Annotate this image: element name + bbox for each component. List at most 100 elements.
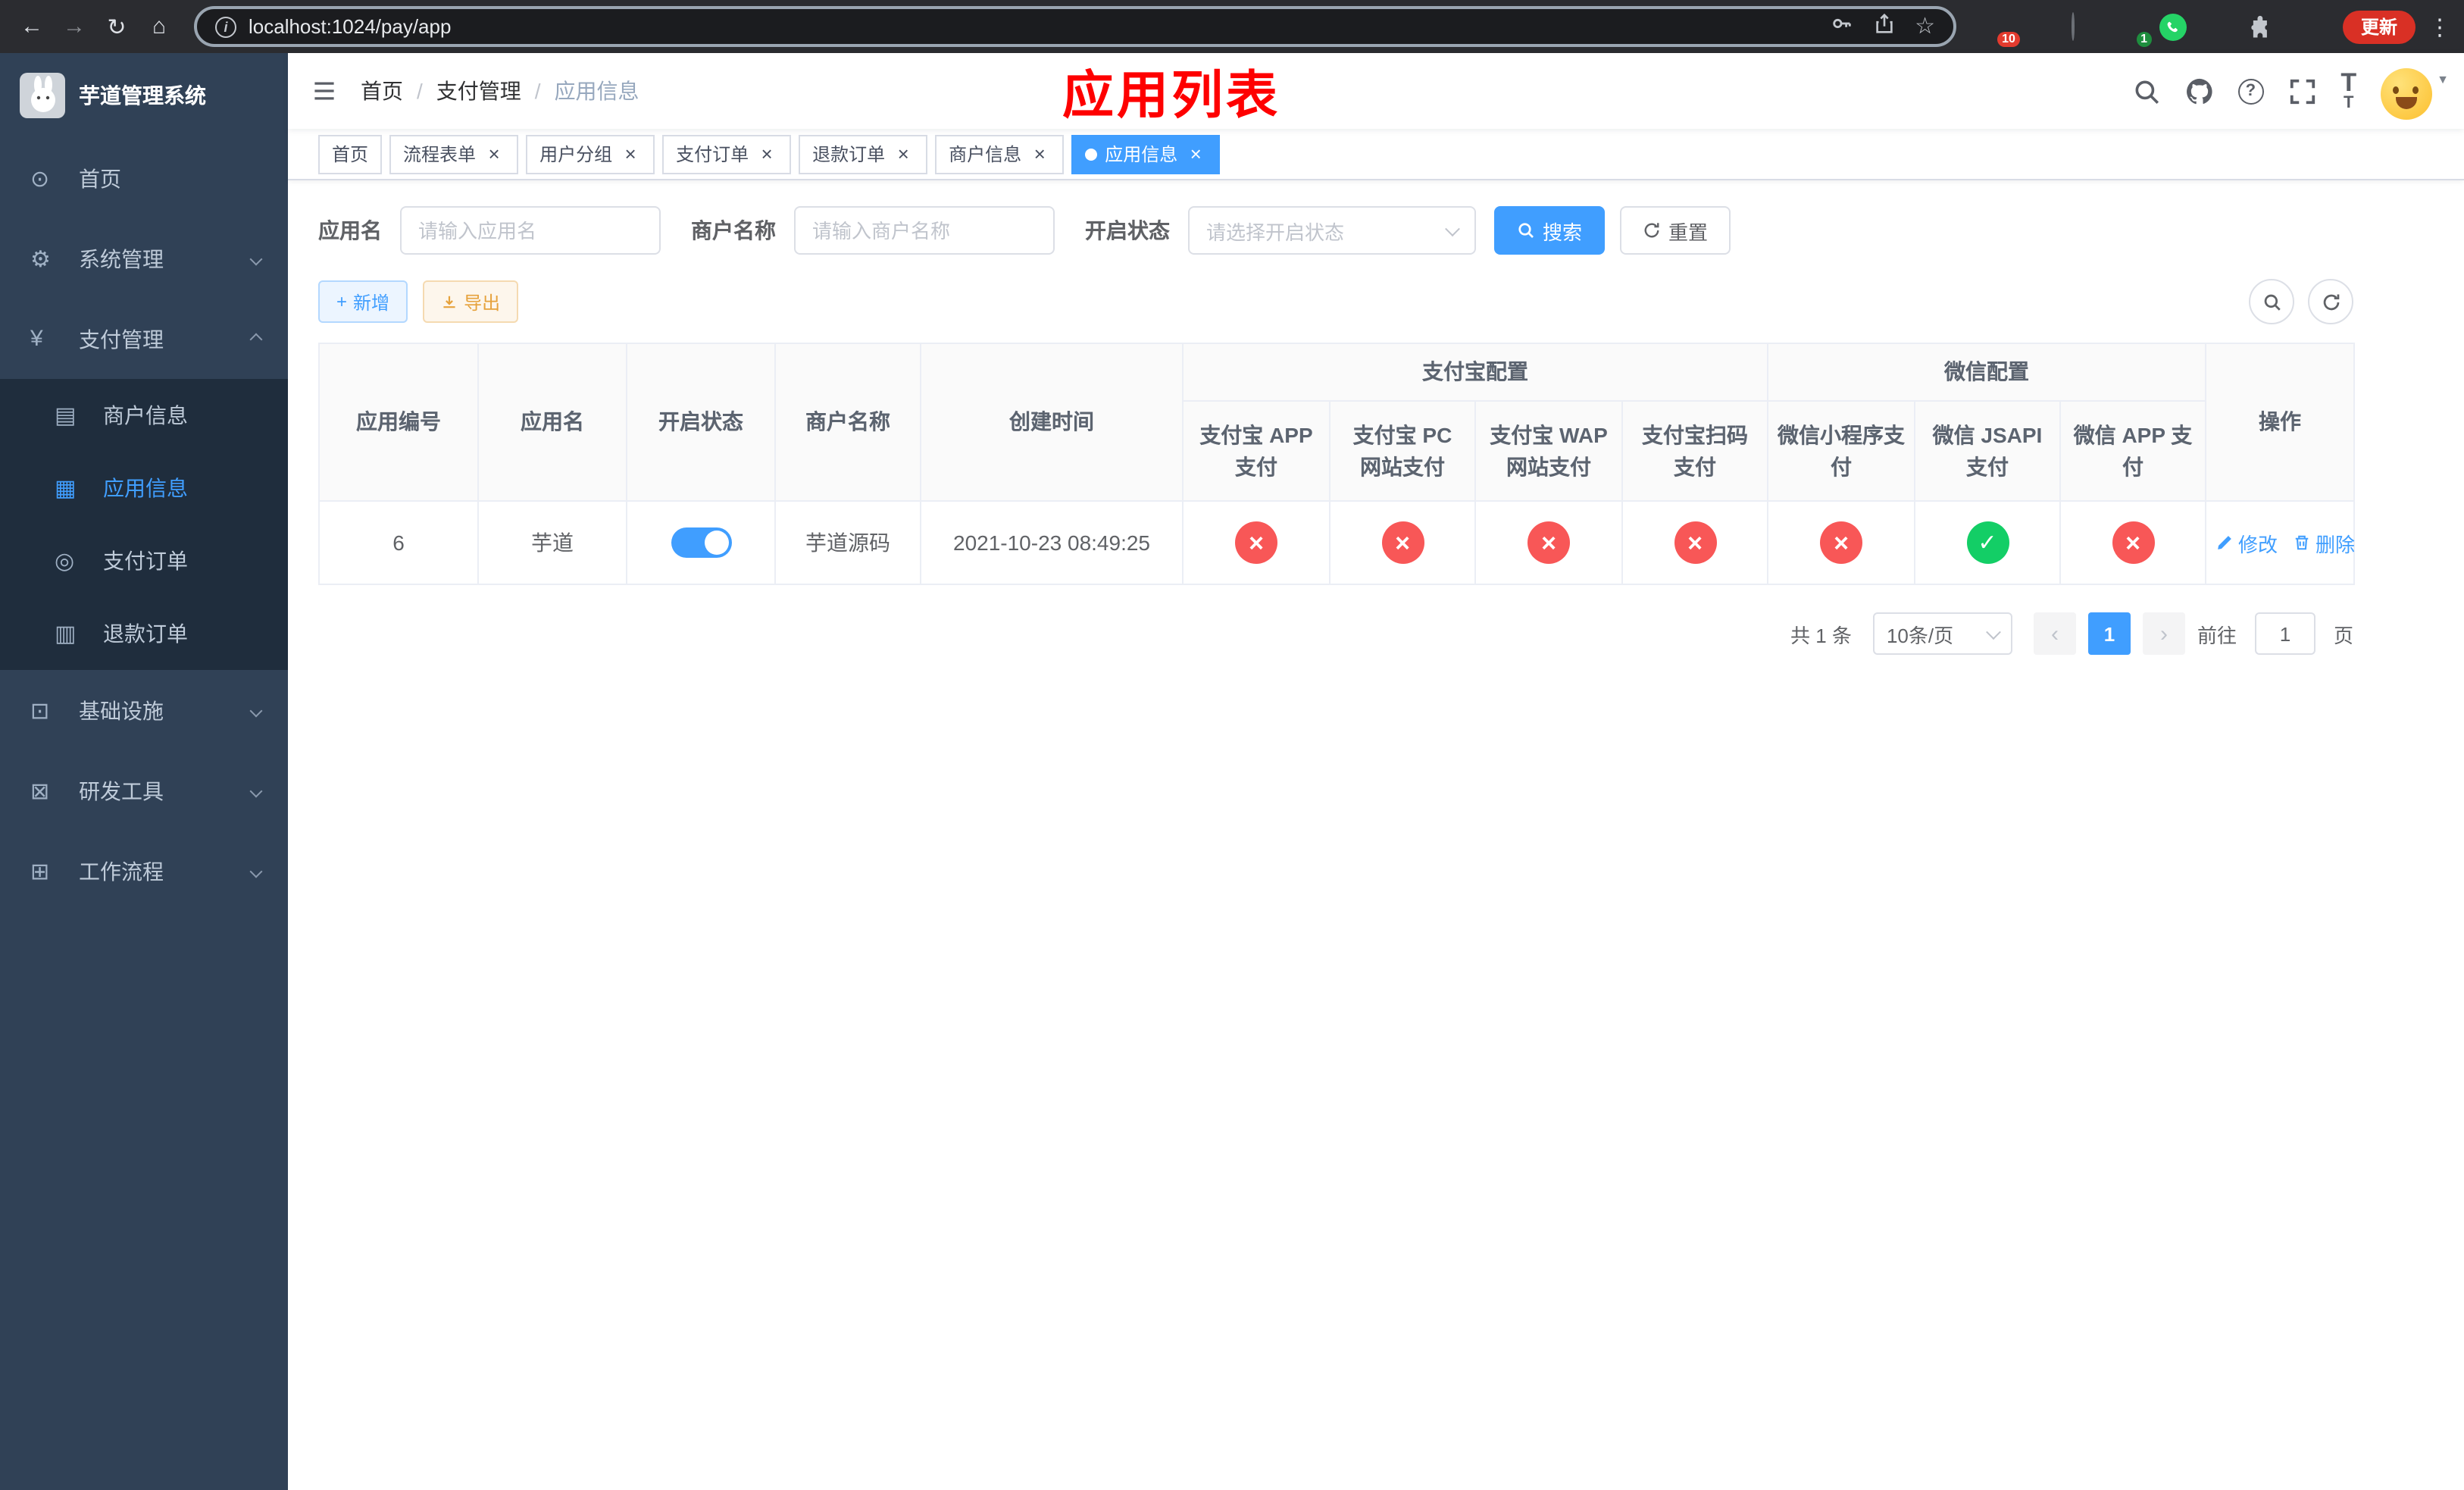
close-icon[interactable]: × xyxy=(756,143,777,164)
search-icon xyxy=(1518,223,1534,238)
forward-icon[interactable]: → xyxy=(55,7,94,46)
breadcrumb-home[interactable]: 首页 xyxy=(361,76,403,106)
status-cross-icon xyxy=(2112,521,2154,564)
browser-menu-icon[interactable]: ⋮ xyxy=(2428,13,2452,40)
tab-process-form[interactable]: 流程表单 × xyxy=(389,134,519,174)
close-icon[interactable]: × xyxy=(620,143,641,164)
breadcrumb-payment[interactable]: 支付管理 xyxy=(436,76,521,106)
navbar: 首页 / 支付管理 / 应用信息 应用列表 ? T T ▼ xyxy=(288,53,2464,129)
app-name-label: 应用名 xyxy=(318,218,382,243)
green-square-extension-icon[interactable] xyxy=(2203,13,2231,40)
chevron-down-icon xyxy=(1986,624,2001,640)
sidebar-item-pay-order[interactable]: ◎ 支付订单 xyxy=(0,524,288,597)
font-size-icon[interactable]: TT xyxy=(2340,70,2356,112)
extension-dark-icon[interactable] xyxy=(2071,11,2099,40)
sidebar-item-merchant-info[interactable]: ▤ 商户信息 xyxy=(0,379,288,452)
status-select[interactable]: 请选择开启状态 xyxy=(1188,206,1476,255)
next-page-button[interactable]: › xyxy=(2142,612,2185,655)
export-button[interactable]: 导出 xyxy=(423,280,519,323)
toggle-search-button[interactable] xyxy=(2249,279,2294,324)
close-icon[interactable]: × xyxy=(483,143,505,164)
home-icon[interactable]: ⌂ xyxy=(139,7,179,46)
order-icon: ◎ xyxy=(55,549,75,574)
url-text: localhost:1024/pay/app xyxy=(249,15,452,38)
password-key-icon[interactable] xyxy=(1830,11,1853,42)
tab-refund-order[interactable]: 退款订单 × xyxy=(799,134,928,174)
avatar xyxy=(2381,67,2433,119)
sidebar-item-infrastructure[interactable]: ⊡ 基础设施 xyxy=(0,670,288,750)
tab-merchant-info[interactable]: 商户信息 × xyxy=(935,134,1065,174)
close-icon[interactable]: × xyxy=(1185,143,1206,164)
chevron-up-icon xyxy=(249,332,263,346)
status-check-icon xyxy=(1966,521,2009,564)
col-header-wx-app: 微信 APP 支付 xyxy=(2059,400,2206,502)
sidebar-item-label: 支付订单 xyxy=(103,549,188,573)
extension-colorful-icon[interactable]: 10 xyxy=(1984,13,2020,46)
monitor-icon: ⊡ xyxy=(30,698,50,724)
rabbit-logo-icon xyxy=(20,73,65,118)
emoji-extension-icon[interactable] xyxy=(2291,13,2319,40)
edit-link[interactable]: 修改 xyxy=(2215,528,2278,557)
tab-home[interactable]: 首页 xyxy=(318,134,383,174)
sidebar-item-label: 退款订单 xyxy=(103,621,188,646)
tab-app-info[interactable]: 应用信息 × xyxy=(1071,134,1221,174)
extension-drop-icon[interactable] xyxy=(2028,13,2055,40)
extension-teal-icon[interactable]: 1 xyxy=(2115,13,2152,46)
site-info-icon[interactable]: i xyxy=(215,16,236,37)
help-icon[interactable]: ? xyxy=(2237,78,2264,104)
merchant-name-input[interactable] xyxy=(794,206,1055,255)
share-icon[interactable] xyxy=(1872,11,1895,42)
search-button[interactable]: 搜索 xyxy=(1494,206,1606,255)
app-table: 应用编号 应用名 开启状态 商户名称 创建时间 支付宝配置 微信配置 操作 支付… xyxy=(318,343,2355,585)
cell-alipay-pc xyxy=(1329,500,1476,585)
sidebar-item-app-info[interactable]: ▦ 应用信息 xyxy=(0,452,288,524)
sidebar-item-label: 基础设施 xyxy=(79,698,164,722)
url-bar[interactable]: i localhost:1024/pay/app ☆ xyxy=(194,6,1956,47)
status-cross-icon xyxy=(1674,521,1716,564)
sidebar-item-devtools[interactable]: ⊠ 研发工具 xyxy=(0,750,288,831)
page-number-button[interactable]: 1 xyxy=(2087,612,2131,655)
reset-button[interactable]: 重置 xyxy=(1620,206,1731,255)
sidebar-item-label: 研发工具 xyxy=(79,778,164,803)
sidebar-item-refund-order[interactable]: ▥ 退款订单 xyxy=(0,597,288,670)
col-header-status: 开启状态 xyxy=(626,343,776,502)
dashboard-icon: ⊙ xyxy=(30,166,50,192)
chevron-down-icon xyxy=(249,703,263,717)
prev-page-button[interactable]: ‹ xyxy=(2033,612,2076,655)
col-header-wx-jsapi: 微信 JSAPI 支付 xyxy=(1914,400,2061,502)
puzzle-extensions-icon[interactable] xyxy=(2247,13,2275,40)
app-name-input[interactable] xyxy=(400,206,661,255)
app-logo[interactable]: 芋道管理系统 xyxy=(0,53,288,138)
bookmark-star-icon[interactable]: ☆ xyxy=(1915,15,1935,38)
sidebar-fold-icon[interactable] xyxy=(288,53,361,129)
goto-page-input[interactable] xyxy=(2254,612,2315,655)
back-icon[interactable]: ← xyxy=(12,7,52,46)
github-icon[interactable] xyxy=(2184,77,2213,105)
sidebar-item-workflow[interactable]: ⊞ 工作流程 xyxy=(0,831,288,911)
active-dot xyxy=(1085,148,1098,160)
trash-icon xyxy=(2295,535,2309,550)
page-size-select[interactable]: 10条/页 xyxy=(1872,612,2012,655)
close-icon[interactable]: × xyxy=(893,143,914,164)
merchant-name-label: 商户名称 xyxy=(691,218,776,243)
close-icon[interactable]: × xyxy=(1029,143,1050,164)
search-icon[interactable] xyxy=(2131,77,2160,105)
browser-update-button[interactable]: 更新 xyxy=(2342,10,2416,43)
user-menu[interactable]: ▼ xyxy=(2381,63,2449,119)
tab-user-group[interactable]: 用户分组 × xyxy=(526,134,655,174)
refresh-table-button[interactable] xyxy=(2308,279,2353,324)
whatsapp-extension-icon[interactable] xyxy=(2159,13,2187,40)
sidebar-item-payment[interactable]: ¥ 支付管理 xyxy=(0,299,288,379)
cell-merchant: 芋道源码 xyxy=(774,500,921,585)
add-button[interactable]: + 新增 xyxy=(318,280,408,323)
tab-pay-order[interactable]: 支付订单 × xyxy=(662,134,792,174)
reload-icon[interactable]: ↻ xyxy=(97,7,136,46)
delete-link[interactable]: 删除 xyxy=(2293,528,2355,557)
fullscreen-icon[interactable] xyxy=(2287,77,2316,105)
status-toggle[interactable] xyxy=(671,527,731,558)
extensions-area: 10 1 xyxy=(1984,11,2319,46)
sidebar-item-system[interactable]: ⚙ 系统管理 xyxy=(0,218,288,299)
sidebar-item-home[interactable]: ⊙ 首页 xyxy=(0,138,288,218)
breadcrumb-current: 应用信息 xyxy=(554,79,639,103)
goto-label: 前往 xyxy=(2197,624,2237,646)
